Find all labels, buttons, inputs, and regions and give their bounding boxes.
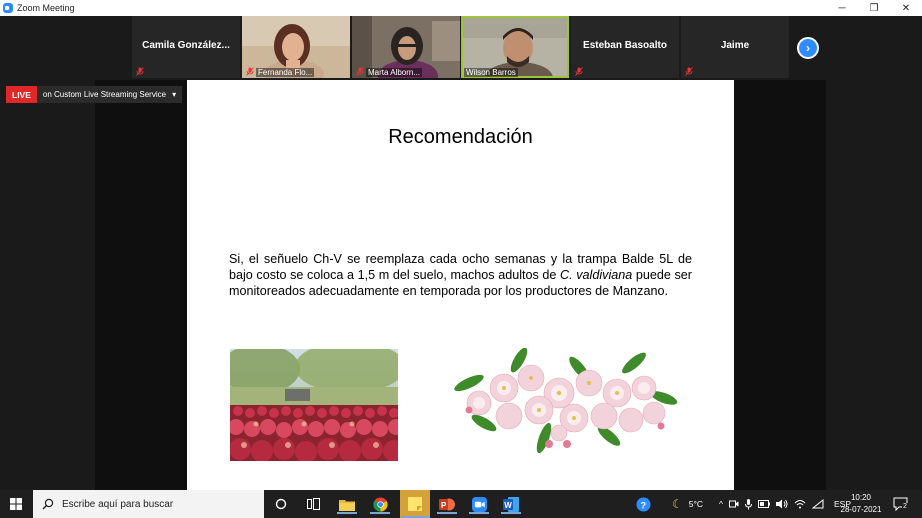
live-service-dropdown[interactable]: on Custom Live Streaming Service ▾	[36, 86, 183, 103]
participant-tile[interactable]: Fernanda Flo...	[242, 16, 350, 78]
microphone-icon[interactable]	[745, 498, 752, 510]
word-icon[interactable]: W	[500, 494, 522, 514]
file-explorer-icon[interactable]	[336, 494, 358, 514]
notification-button[interactable]: 2	[893, 496, 909, 512]
speaker-icon[interactable]	[776, 499, 788, 509]
search-icon	[42, 498, 54, 510]
participant-tile[interactable]: Marta Alborn...	[352, 16, 460, 78]
wifi-icon[interactable]	[794, 499, 806, 509]
zoom-app-icon	[3, 3, 13, 13]
muted-mic-icon	[136, 67, 144, 76]
participant-name: Esteban Basoalto	[583, 40, 667, 51]
clock-date: 28-07-2021	[840, 505, 882, 514]
participant-tile[interactable]: Camila González...	[132, 16, 240, 78]
windows-logo-icon	[10, 498, 22, 510]
restore-icon[interactable]: ❐	[858, 0, 890, 16]
start-button[interactable]	[0, 490, 32, 518]
muted-mic-icon	[356, 67, 364, 76]
zoom-icon[interactable]	[468, 494, 490, 514]
muted-mic-icon	[575, 67, 583, 76]
apple-blossom-image	[454, 348, 678, 453]
sticky-notes-icon[interactable]	[400, 490, 430, 518]
svg-text:P: P	[441, 501, 447, 510]
meet-now-icon[interactable]	[729, 499, 739, 509]
live-stream-indicator[interactable]: LIVE on Custom Live Streaming Service ▾	[6, 86, 183, 103]
participant-name: Fernanda Flo...	[256, 68, 315, 77]
window-title: Zoom Meeting	[17, 3, 75, 13]
svg-text:?: ?	[640, 500, 646, 510]
search-placeholder: Escribe aquí para buscar	[62, 498, 174, 510]
chrome-icon[interactable]	[369, 494, 391, 514]
close-icon[interactable]: ✕	[890, 0, 922, 16]
participant-tile[interactable]: Esteban Basoalto	[571, 16, 679, 78]
help-icon[interactable]: ?	[632, 494, 654, 514]
system-tray: ^ ESP	[719, 490, 851, 518]
live-badge: LIVE	[6, 86, 37, 103]
muted-mic-icon	[246, 67, 254, 76]
svg-text:W: W	[504, 501, 512, 510]
weather-widget[interactable]: ☾ 5°C	[672, 490, 703, 518]
window-titlebar: Zoom Meeting ─ ❐ ✕	[0, 0, 922, 16]
taskbar-search[interactable]: Escribe aquí para buscar	[33, 490, 264, 518]
task-view-icon[interactable]	[302, 494, 324, 514]
notification-count: 2	[902, 503, 908, 510]
muted-mic-icon	[685, 67, 693, 76]
network-icon[interactable]	[812, 499, 824, 509]
cortana-icon[interactable]	[270, 494, 292, 514]
powerpoint-icon[interactable]: P	[436, 494, 458, 514]
slide-title: Recomendación	[388, 126, 533, 148]
slide-body: Si, el señuelo Ch-V se reemplaza cada oc…	[229, 251, 692, 299]
participant-name: Jaime	[720, 40, 750, 51]
participant-tile[interactable]: Jaime	[681, 16, 789, 78]
participant-name: Marta Alborn...	[366, 68, 423, 77]
windows-taskbar: Escribe aquí para buscar P W ? ☾ 5°C ^ E…	[0, 490, 922, 518]
presentation-slide: Recomendación Si, el señuelo Ch-V se ree…	[187, 80, 734, 490]
moon-icon: ☾	[672, 497, 683, 511]
battery-icon[interactable]	[758, 500, 770, 508]
chevron-up-icon[interactable]: ^	[719, 499, 723, 509]
caret-down-icon: ▾	[172, 90, 177, 99]
participant-strip: Camila González... Fernanda Flo... Marta…	[0, 16, 922, 80]
participant-tile-active[interactable]: Wilson Barros	[461, 16, 569, 78]
weather-temp: 5°C	[688, 499, 704, 509]
apple-orchard-image	[230, 349, 398, 461]
next-page-button[interactable]: ›	[797, 37, 819, 59]
participant-name: Camila González...	[142, 40, 230, 51]
taskbar-clock[interactable]: 10:20 28-07-2021	[836, 492, 886, 516]
live-service-label: on Custom Live Streaming Service	[42, 90, 167, 99]
clock-time: 10:20	[850, 493, 872, 502]
participant-name: Wilson Barros	[464, 68, 518, 77]
window-controls: ─ ❐ ✕	[826, 0, 922, 16]
species-name: C. valdiviana	[560, 268, 633, 282]
minimize-icon[interactable]: ─	[826, 0, 858, 16]
chevron-right-icon: ›	[806, 41, 810, 55]
